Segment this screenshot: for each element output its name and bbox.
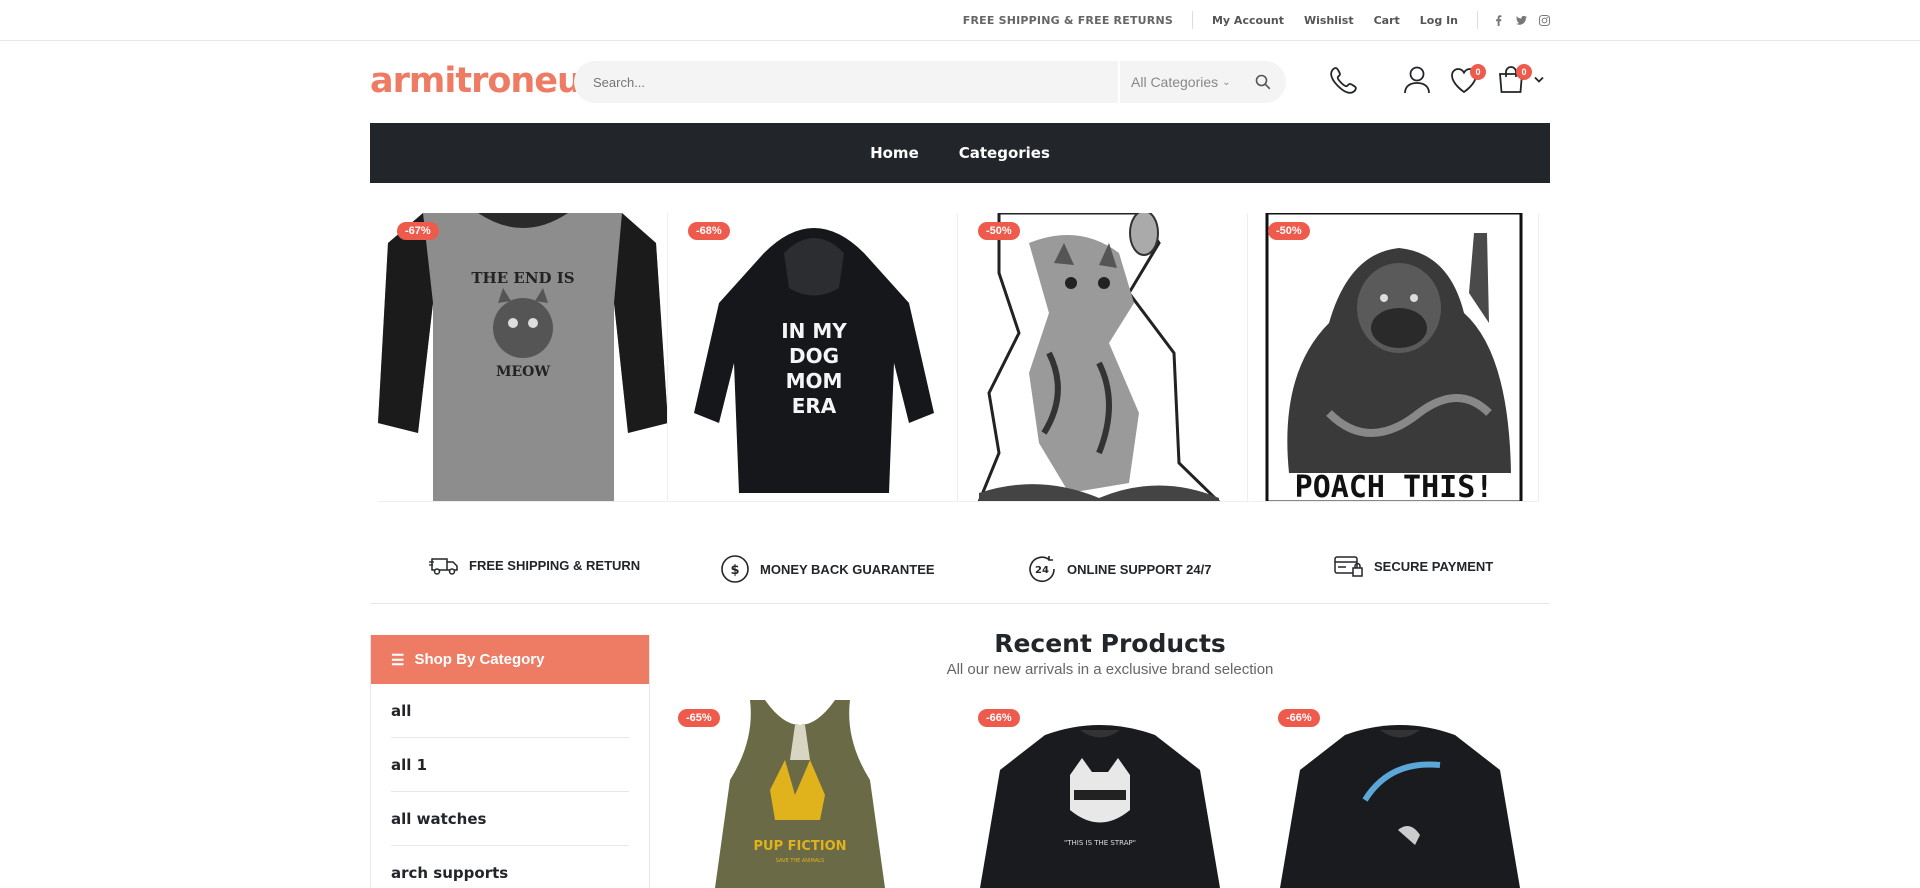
divider bbox=[1477, 11, 1478, 29]
wishlist-link[interactable]: Wishlist bbox=[1304, 14, 1354, 27]
svg-text:24: 24 bbox=[1035, 565, 1049, 576]
product-image[interactable] bbox=[1270, 700, 1530, 888]
product-card[interactable]: -65% PUP FICTION SAVE THE ANIMALS bbox=[670, 700, 930, 888]
support-24-icon: 24 bbox=[1029, 556, 1055, 583]
cart-link[interactable]: Cart bbox=[1374, 14, 1400, 27]
discount-badge: -50% bbox=[978, 222, 1020, 240]
product-image[interactable]: POACH THIS! bbox=[1249, 213, 1539, 502]
svg-text:$: $ bbox=[730, 563, 739, 578]
facebook-icon[interactable] bbox=[1493, 14, 1504, 26]
top-bar: FREE SHIPPING & FREE RETURNS My Account … bbox=[0, 0, 1920, 41]
store-features: FREE SHIPPING & RETURN $ MONEY BACK GUAR… bbox=[370, 542, 1550, 604]
nav-home[interactable]: Home bbox=[870, 144, 919, 162]
discount-badge: -50% bbox=[1268, 222, 1310, 240]
category-select-value: All Categories bbox=[1131, 74, 1219, 90]
section-subtitle: All our new arrivals in a exclusive bran… bbox=[946, 661, 1274, 678]
section-title: Recent Products bbox=[994, 629, 1226, 658]
site-logo[interactable]: armitroneur bbox=[370, 61, 576, 101]
product-image[interactable] bbox=[959, 213, 1248, 502]
svg-text:PUP FICTION: PUP FICTION bbox=[753, 839, 846, 854]
feature-item: $ MONEY BACK GUARANTEE bbox=[720, 554, 935, 584]
product-card[interactable]: -50% bbox=[959, 213, 1248, 502]
product-image[interactable]: PUP FICTION SAVE THE ANIMALS bbox=[670, 700, 930, 888]
social-links bbox=[1481, 14, 1550, 26]
svg-text:MOM: MOM bbox=[786, 369, 843, 393]
cart-count-badge: 0 bbox=[1516, 64, 1532, 80]
sidebar-header[interactable]: ☰ Shop By Category bbox=[371, 635, 649, 684]
feature-label: FREE SHIPPING & RETURN bbox=[469, 557, 641, 573]
search-input[interactable] bbox=[574, 61, 1118, 103]
phone-icon[interactable] bbox=[1329, 65, 1359, 95]
featured-products: -67% THE END IS MEOW -68% IN MY DOG MOM … bbox=[370, 213, 1550, 503]
svg-text:"THIS IS THE STRAP": "THIS IS THE STRAP" bbox=[1064, 839, 1136, 847]
shipping-promo: FREE SHIPPING & FREE RETURNS bbox=[962, 13, 1173, 27]
product-image[interactable]: "THIS IS THE STRAP" bbox=[970, 700, 1230, 888]
chevron-down-icon: ⌄ bbox=[1222, 76, 1231, 88]
svg-text:DOG: DOG bbox=[789, 344, 839, 368]
product-image[interactable]: THE END IS MEOW bbox=[378, 213, 668, 502]
login-link[interactable]: Log In bbox=[1420, 14, 1458, 27]
svg-text:ERA: ERA bbox=[792, 394, 837, 418]
site-header: armitroneur All Categories ⌄ 0 0 bbox=[370, 41, 1550, 123]
svg-text:MEOW: MEOW bbox=[496, 364, 550, 380]
product-card[interactable]: -50% POACH THIS! bbox=[1249, 213, 1539, 502]
feature-item: 24 ONLINE SUPPORT 24/7 bbox=[1027, 554, 1211, 584]
feature-label: MONEY BACK GUARANTEE bbox=[760, 561, 935, 577]
category-select[interactable]: All Categories ⌄ bbox=[1118, 61, 1240, 103]
discount-badge: -66% bbox=[1278, 709, 1320, 727]
product-card[interactable]: -68% IN MY DOG MOM ERA bbox=[669, 213, 958, 502]
sidebar-item-all[interactable]: all bbox=[391, 684, 629, 738]
discount-badge: -67% bbox=[397, 222, 439, 240]
product-card[interactable]: -67% THE END IS MEOW bbox=[378, 213, 668, 502]
feature-item: FREE SHIPPING & RETURN bbox=[429, 554, 640, 576]
menu-icon: ☰ bbox=[391, 651, 405, 669]
feature-label: SECURE PAYMENT bbox=[1374, 558, 1494, 574]
svg-text:IN MY: IN MY bbox=[781, 319, 847, 343]
feature-item: SECURE PAYMENT bbox=[1334, 554, 1493, 578]
discount-badge: -65% bbox=[678, 709, 720, 727]
nav-categories[interactable]: Categories bbox=[959, 144, 1050, 162]
account-icon[interactable] bbox=[1402, 65, 1432, 95]
discount-badge: -68% bbox=[688, 222, 730, 240]
search-bar: All Categories ⌄ bbox=[574, 61, 1286, 103]
wishlist-count-badge: 0 bbox=[1470, 64, 1486, 80]
product-image[interactable]: IN MY DOG MOM ERA bbox=[669, 213, 958, 502]
main-nav: Home Categories bbox=[370, 123, 1550, 183]
product-card[interactable]: -66% bbox=[1270, 700, 1530, 888]
my-account-link[interactable]: My Account bbox=[1212, 14, 1284, 27]
search-button[interactable] bbox=[1240, 61, 1286, 103]
product-card[interactable]: -66% "THIS IS THE STRAP" bbox=[970, 700, 1230, 888]
category-sidebar: ☰ Shop By Category all all 1 all watches… bbox=[370, 635, 650, 888]
sidebar-item-arch-supports[interactable]: arch supports bbox=[391, 846, 629, 888]
top-bar-links: FREE SHIPPING & FREE RETURNS My Account … bbox=[963, 0, 1550, 40]
svg-text:POACH THIS!: POACH THIS! bbox=[1295, 470, 1494, 502]
discount-badge: -66% bbox=[978, 709, 1020, 727]
svg-text:THE END IS: THE END IS bbox=[471, 269, 574, 287]
svg-text:SAVE THE ANIMALS: SAVE THE ANIMALS bbox=[776, 858, 824, 864]
twitter-icon[interactable] bbox=[1516, 15, 1527, 26]
sidebar-item-all-watches[interactable]: all watches bbox=[391, 792, 629, 846]
sidebar-title: Shop By Category bbox=[414, 651, 545, 668]
truck-icon bbox=[429, 558, 458, 575]
search-icon bbox=[1255, 74, 1271, 90]
sidebar-item-all-1[interactable]: all 1 bbox=[391, 738, 629, 792]
divider bbox=[1191, 11, 1193, 29]
instagram-icon[interactable] bbox=[1539, 14, 1550, 26]
feature-label: ONLINE SUPPORT 24/7 bbox=[1067, 561, 1212, 577]
dollar-icon: $ bbox=[721, 555, 749, 583]
secure-payment-icon bbox=[1334, 556, 1363, 577]
chevron-down-icon[interactable] bbox=[1534, 76, 1544, 84]
